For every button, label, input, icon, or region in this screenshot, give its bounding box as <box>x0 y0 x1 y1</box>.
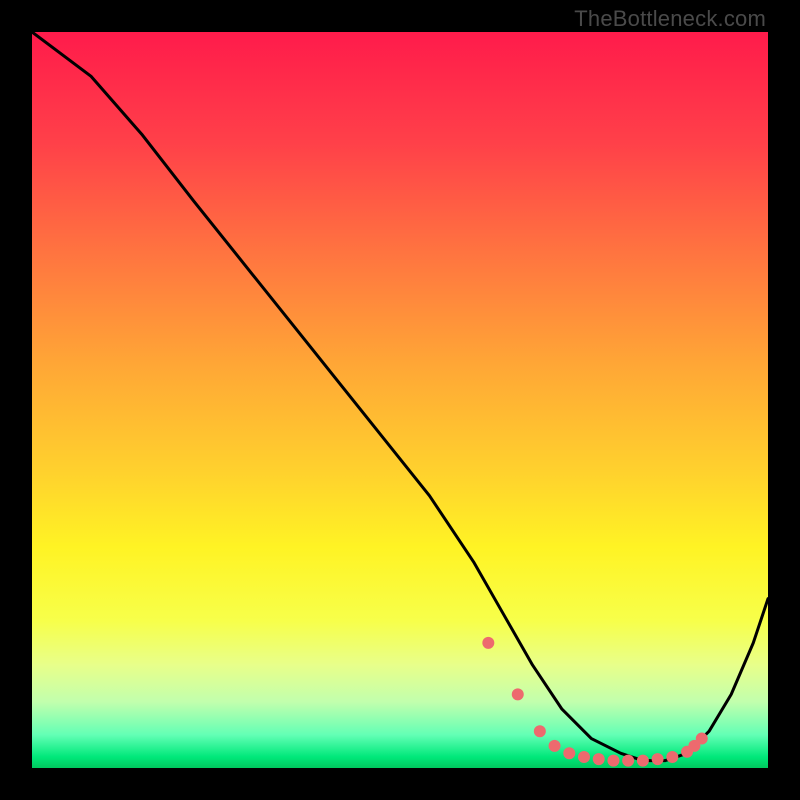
marker-dot <box>622 755 634 767</box>
marker-dot <box>534 725 546 737</box>
marker-dot <box>563 747 575 759</box>
marker-dot <box>549 740 561 752</box>
marker-dot <box>578 751 590 763</box>
marker-dot <box>607 755 619 767</box>
marker-dot <box>593 753 605 765</box>
marker-dot <box>666 751 678 763</box>
bottleneck-chart <box>32 32 768 768</box>
marker-dot <box>637 755 649 767</box>
marker-dot <box>512 688 524 700</box>
marker-dot <box>696 733 708 745</box>
marker-dot <box>482 637 494 649</box>
gradient-rect <box>32 32 768 768</box>
chart-frame <box>32 32 768 768</box>
watermark-text: TheBottleneck.com <box>574 6 766 32</box>
marker-dot <box>652 753 664 765</box>
